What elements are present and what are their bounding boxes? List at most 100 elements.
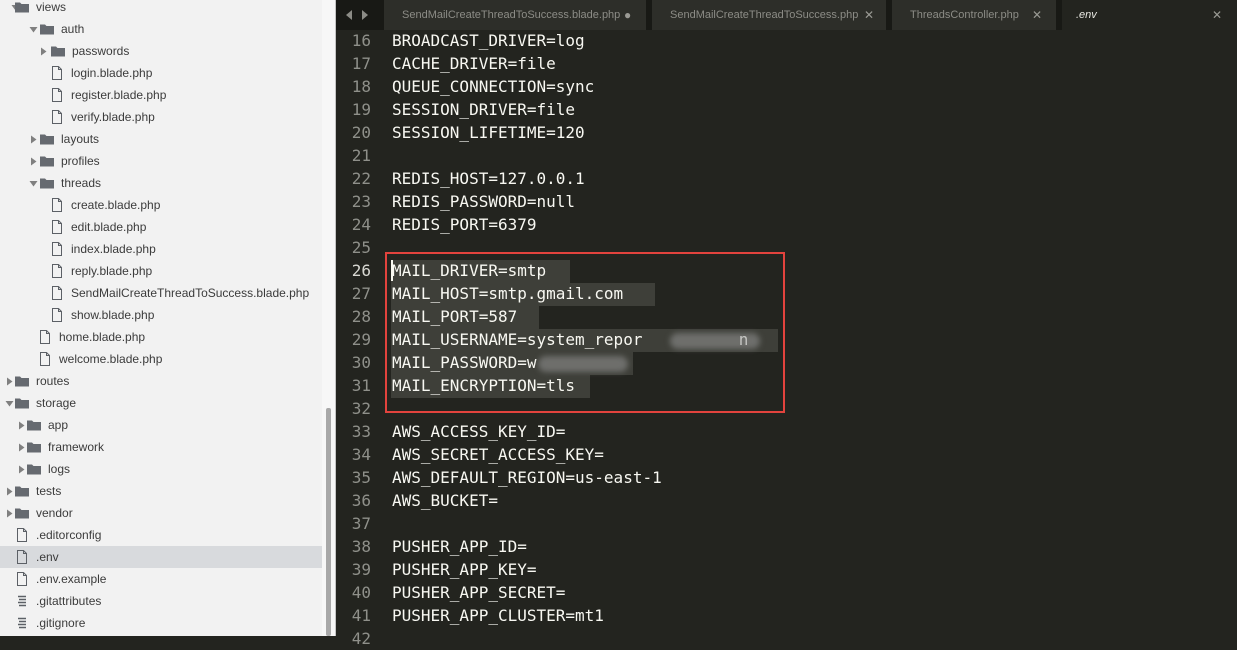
- tree-item-label: threads: [61, 176, 102, 190]
- tab-0[interactable]: SendMailCreateThreadToSuccess.blade.php ●: [384, 0, 646, 30]
- tree-item-label: login.blade.php: [71, 66, 153, 80]
- tree-item-label: create.blade.php: [71, 198, 161, 212]
- code-line: 37: [336, 512, 1237, 535]
- chevron-right-icon[interactable]: [38, 40, 48, 62]
- file-item[interactable]: reply.blade.php: [0, 260, 322, 282]
- file-icon: [17, 572, 27, 586]
- file-item[interactable]: home.blade.php: [0, 326, 322, 348]
- tab-title: .env: [1076, 9, 1097, 21]
- chevron-right-icon[interactable]: [16, 414, 26, 436]
- line-number: 23: [351, 192, 371, 211]
- chevron-right-icon[interactable]: [4, 502, 14, 524]
- tree-item-label: SendMailCreateThreadToSuccess.blade.php: [71, 286, 310, 300]
- tree-item-label: profiles: [61, 154, 100, 168]
- line-number: 28: [351, 307, 371, 326]
- file-item[interactable]: edit.blade.php: [0, 216, 322, 238]
- tree-item-label: vendor: [36, 506, 73, 520]
- file-item[interactable]: index.blade.php: [0, 238, 322, 260]
- line-number: 22: [351, 169, 371, 188]
- folder-icon: [27, 442, 41, 453]
- file-item[interactable]: .editorconfig: [0, 524, 322, 546]
- unsaved-dot-icon[interactable]: ●: [624, 0, 631, 30]
- chevron-right-icon[interactable]: [16, 458, 26, 480]
- code-line: 36 AWS_BUCKET=: [336, 489, 1237, 512]
- folder-item[interactable]: tests: [0, 480, 322, 502]
- folder-item[interactable]: app: [0, 414, 322, 436]
- file-item[interactable]: welcome.blade.php: [0, 348, 322, 370]
- line-number: 19: [351, 100, 371, 119]
- line-number: 34: [351, 445, 371, 464]
- line-number: 21: [351, 146, 371, 165]
- file-icon: [40, 330, 50, 344]
- folder-item[interactable]: layouts: [0, 128, 322, 150]
- code-line: 42: [336, 627, 1237, 650]
- folder-item[interactable]: framework: [0, 436, 322, 458]
- line-number: 30: [351, 353, 371, 372]
- tab-title: SendMailCreateThreadToSuccess.php: [670, 9, 859, 21]
- line-number: 25: [351, 238, 371, 257]
- code-line: 34 AWS_SECRET_ACCESS_KEY=: [336, 443, 1237, 466]
- file-item[interactable]: verify.blade.php: [0, 106, 322, 128]
- line-number: 24: [351, 215, 371, 234]
- file-item[interactable]: SendMailCreateThreadToSuccess.blade.php: [0, 282, 322, 304]
- file-item[interactable]: register.blade.php: [0, 84, 322, 106]
- file-item[interactable]: .gitignore: [0, 612, 322, 634]
- folder-item[interactable]: passwords: [0, 40, 322, 62]
- code-line: 23 REDIS_PASSWORD=null: [336, 190, 1237, 213]
- file-icon: [52, 264, 62, 278]
- tree-item-label: welcome.blade.php: [59, 352, 163, 366]
- chevron-right-icon[interactable]: [4, 370, 14, 392]
- code-text: PUSHER_APP_ID=: [392, 537, 527, 556]
- tree-item-label: verify.blade.php: [71, 110, 155, 124]
- folder-item[interactable]: views: [0, 0, 322, 18]
- close-icon[interactable]: ✕: [1032, 0, 1042, 30]
- folder-item[interactable]: auth: [0, 18, 322, 40]
- file-item[interactable]: create.blade.php: [0, 194, 322, 216]
- file-item[interactable]: .gitattributes: [0, 590, 322, 612]
- folder-icon: [15, 398, 29, 409]
- tree-item-label: tests: [36, 484, 62, 498]
- tab-2[interactable]: ThreadsController.php ✕: [892, 0, 1056, 30]
- sidebar-scrollbar-thumb[interactable]: [326, 408, 331, 636]
- file-item[interactable]: show.blade.php: [0, 304, 322, 326]
- code-line: 21: [336, 144, 1237, 167]
- chevron-right-icon[interactable]: [4, 480, 14, 502]
- file-item[interactable]: .env: [0, 546, 322, 568]
- folder-item[interactable]: storage: [0, 392, 322, 414]
- tab-prev-arrow-icon[interactable]: [344, 9, 354, 21]
- code-line: 24 REDIS_PORT=6379: [336, 213, 1237, 236]
- chevron-down-icon[interactable]: [4, 392, 14, 414]
- tree-item-label: app: [48, 418, 69, 432]
- folder-item[interactable]: logs: [0, 458, 322, 480]
- code-line: 22 REDIS_HOST=127.0.0.1: [336, 167, 1237, 190]
- folder-item[interactable]: profiles: [0, 150, 322, 172]
- code-line: 33 AWS_ACCESS_KEY_ID=: [336, 420, 1237, 443]
- tab-1[interactable]: SendMailCreateThreadToSuccess.php ✕: [652, 0, 886, 30]
- file-icon: [52, 66, 62, 80]
- tree-item-label: .editorconfig: [36, 528, 102, 542]
- tree-item-label: logs: [48, 462, 71, 476]
- file-item[interactable]: .env.example: [0, 568, 322, 590]
- line-number: 32: [351, 399, 371, 418]
- code-text: PUSHER_APP_SECRET=: [392, 583, 566, 602]
- line-number: 26: [351, 261, 371, 280]
- folder-icon: [40, 156, 54, 167]
- close-icon[interactable]: ✕: [864, 0, 874, 30]
- chevron-right-icon[interactable]: [16, 436, 26, 458]
- chevron-down-icon[interactable]: [28, 172, 38, 194]
- file-icon: [52, 286, 62, 300]
- tab-3[interactable]: .env ✕: [1062, 0, 1237, 30]
- folder-icon: [15, 376, 29, 387]
- folder-item[interactable]: vendor: [0, 502, 322, 524]
- chevron-down-icon[interactable]: [28, 18, 38, 40]
- close-icon[interactable]: ✕: [1212, 0, 1222, 30]
- file-item[interactable]: login.blade.php: [0, 62, 322, 84]
- folder-item[interactable]: threads: [0, 172, 322, 194]
- tab-next-arrow-icon[interactable]: [360, 9, 370, 21]
- code-text: QUEUE_CONNECTION=sync: [392, 77, 595, 96]
- chevron-right-icon[interactable]: [28, 128, 38, 150]
- code-line: 41 PUSHER_APP_CLUSTER=mt1: [336, 604, 1237, 627]
- chevron-right-icon[interactable]: [28, 150, 38, 172]
- folder-item[interactable]: routes: [0, 370, 322, 392]
- code-text: SESSION_LIFETIME=120: [392, 123, 585, 142]
